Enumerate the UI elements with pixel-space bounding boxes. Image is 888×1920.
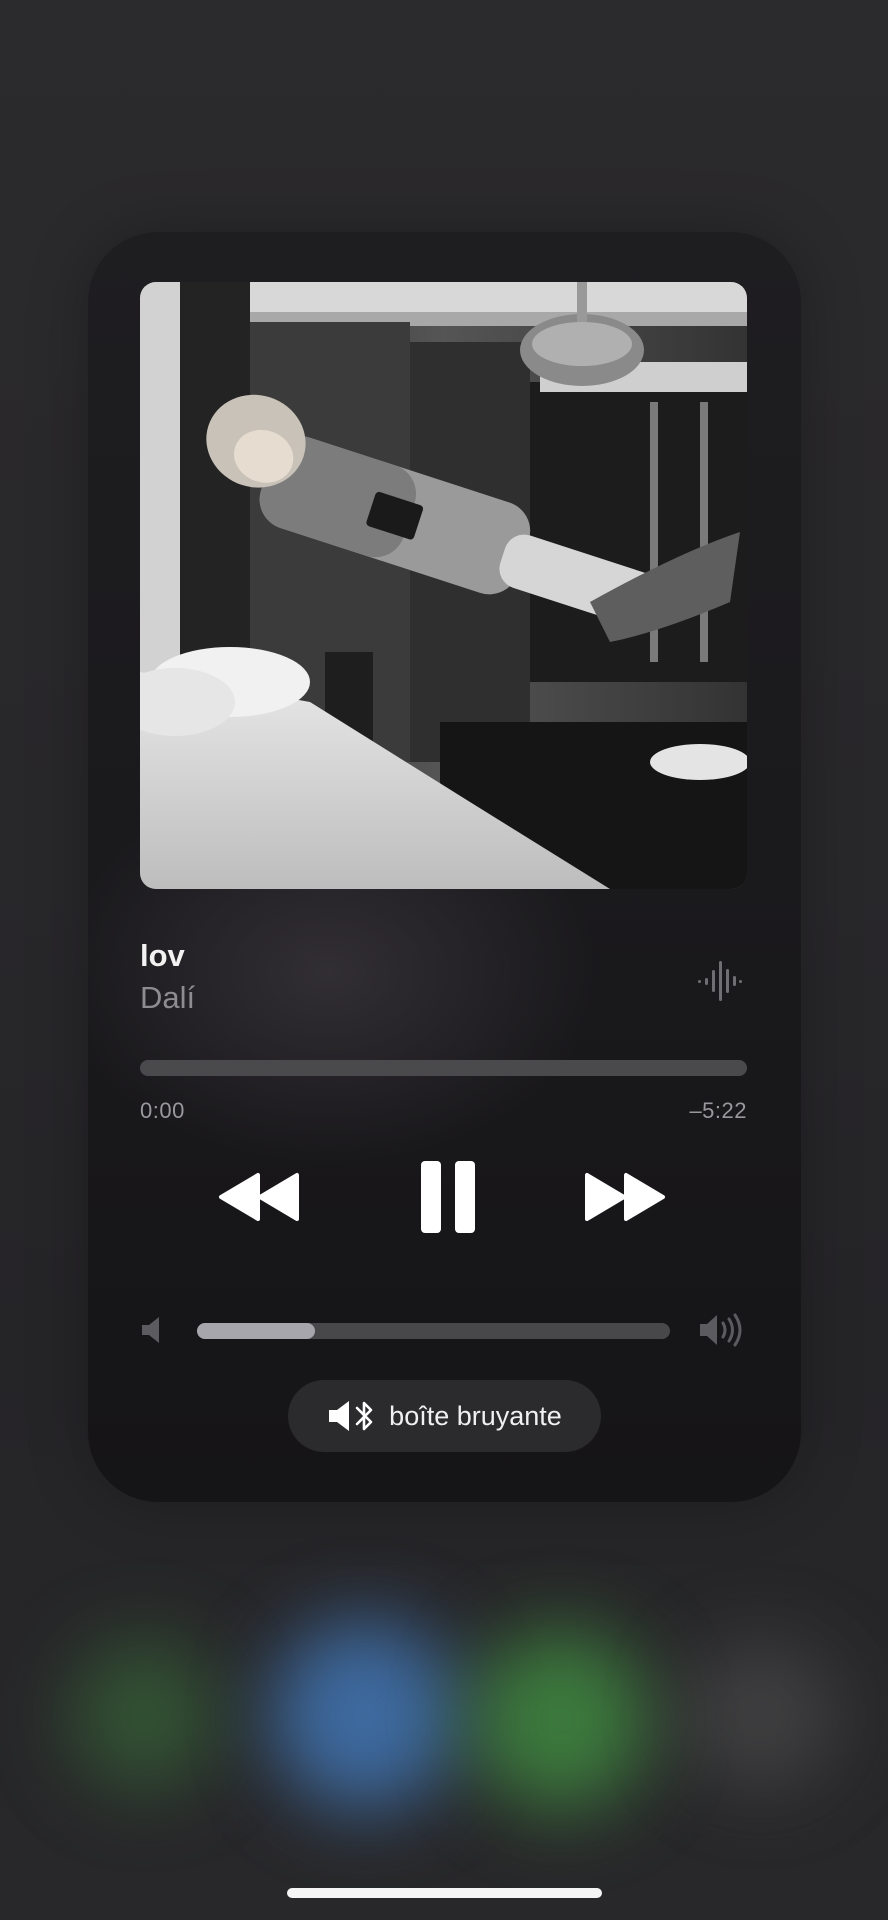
speaker-high-icon bbox=[700, 1313, 742, 1347]
audio-output-label: boîte bruyante bbox=[389, 1400, 562, 1431]
forward-button[interactable] bbox=[580, 1162, 668, 1232]
volume-slider[interactable] bbox=[197, 1323, 670, 1339]
playback-scrubber[interactable] bbox=[140, 1060, 747, 1076]
backward-icon bbox=[219, 1173, 299, 1221]
blurred-app-icon bbox=[70, 1640, 220, 1790]
volume-level-fill bbox=[197, 1323, 316, 1339]
lock-screen: lov Dalí 0:00 –5:22 boîte bruyante bbox=[0, 0, 888, 1920]
album-artwork-image bbox=[140, 282, 747, 889]
blurred-app-icon bbox=[680, 1640, 840, 1790]
now-playing-card: lov Dalí 0:00 –5:22 boîte bruyante bbox=[88, 232, 801, 1502]
pause-button[interactable] bbox=[408, 1152, 488, 1242]
blurred-app-icon bbox=[470, 1630, 650, 1810]
remaining-time: –5:22 bbox=[689, 1098, 747, 1123]
speaker-low-icon bbox=[142, 1317, 159, 1343]
audio-output-button[interactable]: boîte bruyante bbox=[288, 1380, 601, 1452]
elapsed-time: 0:00 bbox=[140, 1098, 185, 1123]
blurred-app-icon bbox=[270, 1620, 460, 1810]
waveform-icon[interactable] bbox=[696, 957, 744, 1005]
track-artist[interactable]: Dalí bbox=[140, 980, 195, 1016]
rewind-button[interactable] bbox=[216, 1162, 304, 1232]
album-artwork[interactable] bbox=[140, 282, 747, 889]
bluetooth-speaker-icon bbox=[329, 1401, 373, 1431]
pause-icon bbox=[421, 1161, 475, 1233]
track-title: lov bbox=[140, 938, 185, 973]
home-indicator[interactable] bbox=[287, 1888, 602, 1898]
forward-icon bbox=[585, 1173, 665, 1221]
